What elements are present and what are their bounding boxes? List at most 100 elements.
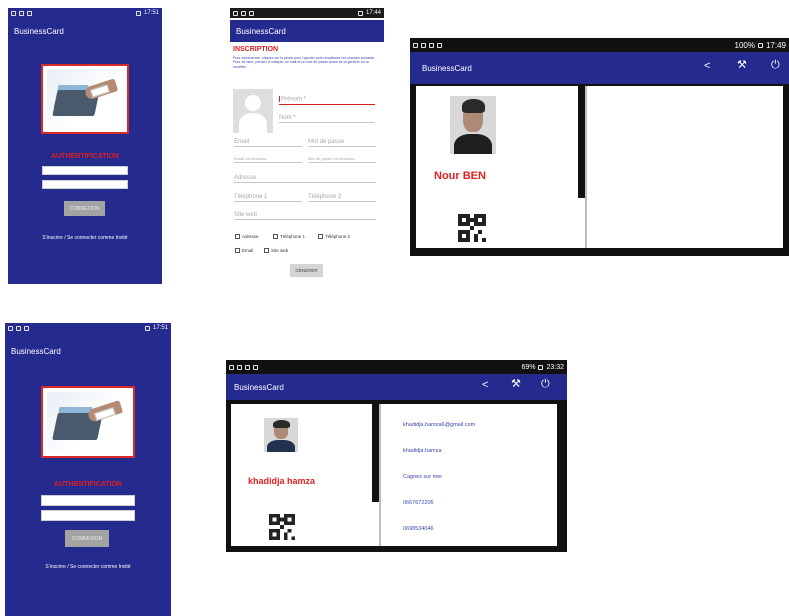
address-field[interactable]: Adresse bbox=[234, 175, 376, 183]
auth-title: AUTHENTIFICATION bbox=[54, 481, 122, 488]
profile-photo bbox=[264, 418, 298, 452]
wrench-icon[interactable]: ⚒ bbox=[511, 379, 521, 390]
firstname-field[interactable]: Prénom * bbox=[279, 96, 375, 105]
status-time: 17:49 bbox=[765, 40, 786, 50]
generate-button[interactable]: GÉNÉRER bbox=[290, 264, 323, 277]
checkbox-phone2[interactable]: Téléphone 2 bbox=[318, 234, 350, 239]
app-title: BusinessCard bbox=[14, 26, 64, 36]
contact-email[interactable]: khadidja.hamza6@gmail.com bbox=[403, 422, 475, 428]
status-bar: 17:51 bbox=[5, 323, 171, 333]
password-field[interactable]: Mot de passe bbox=[308, 139, 376, 147]
login-screen: 17:51 BusinessCard AUTHENTIFICATION CONN… bbox=[8, 8, 162, 284]
profile-photo bbox=[450, 96, 496, 154]
app-bar: BusinessCard bbox=[5, 343, 171, 359]
checkbox-address[interactable]: Adresse bbox=[235, 234, 259, 239]
checkbox-email[interactable]: Email bbox=[235, 248, 253, 253]
battery-icon bbox=[135, 10, 141, 16]
password-input[interactable] bbox=[42, 180, 128, 189]
password-input[interactable] bbox=[41, 510, 135, 521]
register-link[interactable]: S'inscrire / Se connecter comme Invité bbox=[5, 564, 171, 570]
wrench-icon[interactable]: ⚒ bbox=[737, 60, 747, 71]
password-confirm-field[interactable]: Mot de passe confirmation bbox=[308, 156, 376, 163]
checkbox-phone1[interactable]: Téléphone 1 bbox=[273, 234, 305, 239]
connect-button[interactable]: CONNEXION bbox=[65, 530, 109, 547]
battery-level: 69% bbox=[521, 363, 536, 371]
email-field[interactable]: Email bbox=[234, 139, 302, 147]
connect-button[interactable]: CONNEXION bbox=[64, 201, 105, 216]
notification-icon bbox=[253, 364, 258, 370]
notification-icon bbox=[421, 42, 426, 48]
notification-icon bbox=[413, 42, 418, 48]
notification-icon bbox=[24, 325, 29, 331]
auth-title: AUTHENTIFICATION bbox=[51, 153, 119, 160]
qr-code bbox=[458, 214, 486, 242]
profile-screen-nour: 100% 17:49 BusinessCard < ⚒ ⏻ Nour BEN bbox=[410, 38, 789, 256]
power-icon[interactable]: ⏻ bbox=[771, 60, 780, 71]
notification-icon bbox=[249, 10, 254, 16]
panel-border bbox=[585, 86, 587, 248]
status-time: 17:51 bbox=[143, 10, 159, 16]
app-title: BusinessCard bbox=[236, 26, 286, 36]
battery-level: 100% bbox=[734, 40, 755, 50]
inscription-screen: 17:44 BusinessCard INSCRIPTION Pour comm… bbox=[230, 8, 384, 284]
phone1-field[interactable]: Téléphone 1 bbox=[234, 194, 302, 202]
website-field[interactable]: Site web bbox=[234, 212, 376, 220]
profile-name: Nour BEN bbox=[434, 170, 486, 182]
phone2-field[interactable]: Téléphone 2 bbox=[308, 194, 376, 202]
inscription-description: Pour commencer, cliquez sur la photo pou… bbox=[233, 56, 375, 69]
contact-phone2[interactable]: 0698534046 bbox=[403, 526, 434, 532]
logo-image bbox=[41, 386, 135, 458]
status-bar: 17:51 bbox=[8, 8, 162, 18]
avatar-placeholder[interactable] bbox=[233, 89, 273, 133]
battery-icon bbox=[538, 364, 544, 370]
checkbox-website[interactable]: Site web bbox=[264, 248, 288, 253]
profile-screen-khadidja: 69% 23:32 BusinessCard < ⚒ ⏻ khadidja ham… bbox=[226, 360, 567, 552]
logo-image bbox=[41, 64, 129, 134]
qr-code bbox=[269, 514, 295, 540]
app-bar: BusinessCard bbox=[230, 20, 384, 42]
battery-icon bbox=[144, 325, 150, 331]
notification-icon bbox=[437, 42, 442, 48]
notification-icon bbox=[27, 10, 32, 16]
notification-icon bbox=[241, 10, 246, 16]
app-title: BusinessCard bbox=[11, 346, 61, 356]
contact-list: khadidja.hamza6@gmail.com khadidja.hamza… bbox=[381, 404, 557, 546]
card-right-panel bbox=[587, 86, 783, 248]
share-icon[interactable]: < bbox=[482, 380, 488, 391]
battery-icon bbox=[357, 10, 363, 16]
app-title: BusinessCard bbox=[422, 63, 472, 73]
notification-icon bbox=[8, 325, 13, 331]
login-screen-2: 17:51 BusinessCard AUTHENTIFICATION CONN… bbox=[5, 323, 171, 616]
app-bar: BusinessCard bbox=[410, 52, 789, 84]
login-input[interactable] bbox=[42, 166, 128, 175]
status-time: 23:32 bbox=[546, 363, 564, 371]
notification-icon bbox=[429, 42, 434, 48]
contact-phone1[interactable]: 0667672206 bbox=[403, 500, 434, 506]
app-bar: BusinessCard bbox=[8, 22, 162, 40]
notification-icon bbox=[16, 325, 21, 331]
email-confirm-field[interactable]: Email confirmation bbox=[234, 156, 302, 163]
share-icon[interactable]: < bbox=[704, 61, 710, 72]
status-time: 17:44 bbox=[365, 10, 381, 16]
notification-icon bbox=[11, 10, 16, 16]
status-bar: 17:44 bbox=[230, 8, 384, 18]
contact-address[interactable]: Cagnes sur mer bbox=[403, 474, 442, 480]
status-bar: 100% 17:49 bbox=[410, 38, 789, 52]
inscription-title: INSCRIPTION bbox=[233, 46, 279, 53]
profile-name: khadidja hamza bbox=[248, 476, 316, 486]
login-input[interactable] bbox=[41, 495, 135, 506]
card-left-panel bbox=[416, 86, 585, 248]
notification-icon bbox=[233, 10, 238, 16]
status-bar: 69% 23:32 bbox=[226, 360, 567, 374]
notification-icon bbox=[237, 364, 242, 370]
app-title: BusinessCard bbox=[234, 382, 284, 392]
battery-icon bbox=[757, 42, 763, 48]
power-icon[interactable]: ⏻ bbox=[541, 379, 550, 390]
lastname-field[interactable]: Nom * bbox=[279, 115, 375, 123]
register-link[interactable]: S'inscrire / Se connecter comme Invité bbox=[8, 235, 162, 241]
contact-username[interactable]: khadidja.hamza bbox=[403, 448, 442, 454]
notification-icon bbox=[19, 10, 24, 16]
status-time: 17:51 bbox=[152, 325, 168, 331]
notification-icon bbox=[245, 364, 250, 370]
card-left-panel bbox=[231, 404, 381, 546]
